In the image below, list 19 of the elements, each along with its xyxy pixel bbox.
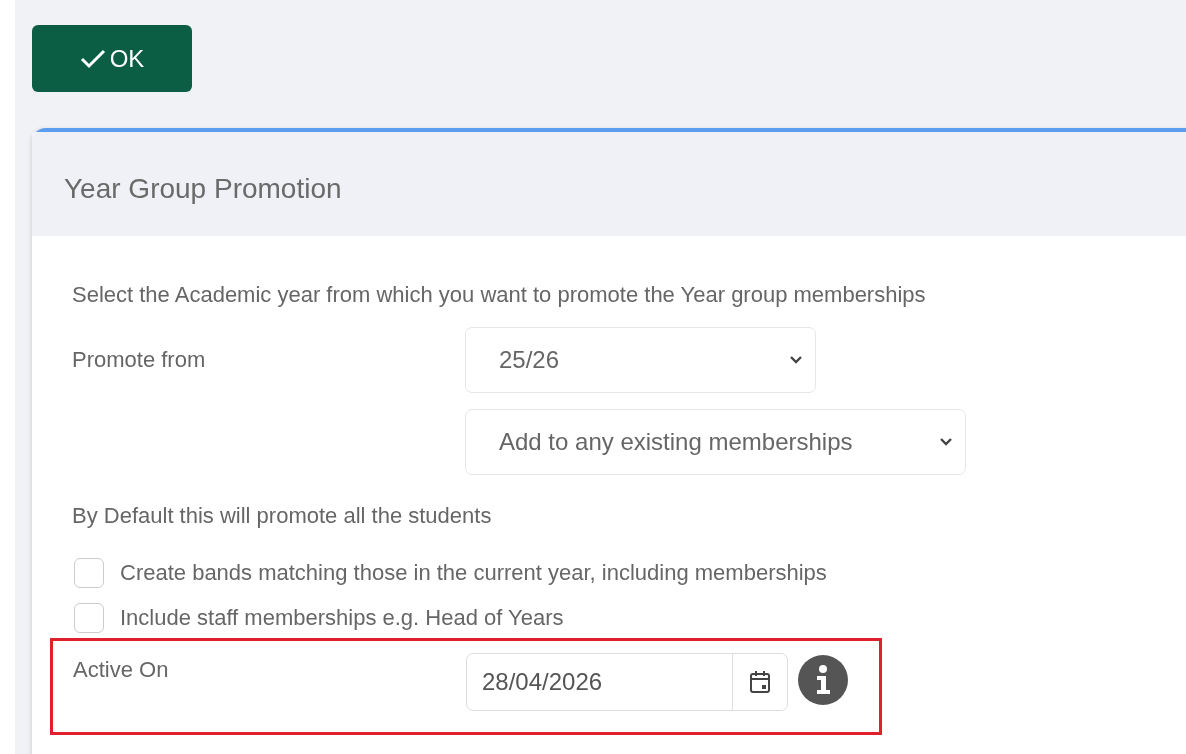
calendar-icon [749, 670, 771, 694]
check-icon [79, 48, 106, 69]
info-icon[interactable] [798, 655, 848, 705]
instruction-text: Select the Academic year from which you want to promote the Year group memberships [72, 281, 927, 309]
checkbox-label: Include staff memberships e.g. Head of Years [120, 604, 564, 632]
date-field[interactable]: 28/04/2026 [466, 653, 788, 711]
panel-title: Year Group Promotion [32, 132, 1186, 236]
note-text: By Default this will promote all the students [72, 502, 493, 530]
checkbox[interactable] [74, 557, 104, 588]
chevron-down-icon [939, 437, 953, 447]
calendar-button[interactable] [732, 654, 787, 710]
checkbox-label: Create bands matching those in the current year, including memberships [120, 559, 827, 587]
field-label: Promote from [72, 347, 206, 372]
membership-select[interactable]: Add to any existing memberships [465, 409, 966, 475]
field-label: Active On [73, 657, 169, 682]
year-select[interactable]: 25/26 [465, 327, 816, 393]
chevron-down-icon [789, 355, 803, 365]
checkbox[interactable] [74, 602, 104, 633]
ok-button[interactable]: OK [32, 25, 192, 92]
